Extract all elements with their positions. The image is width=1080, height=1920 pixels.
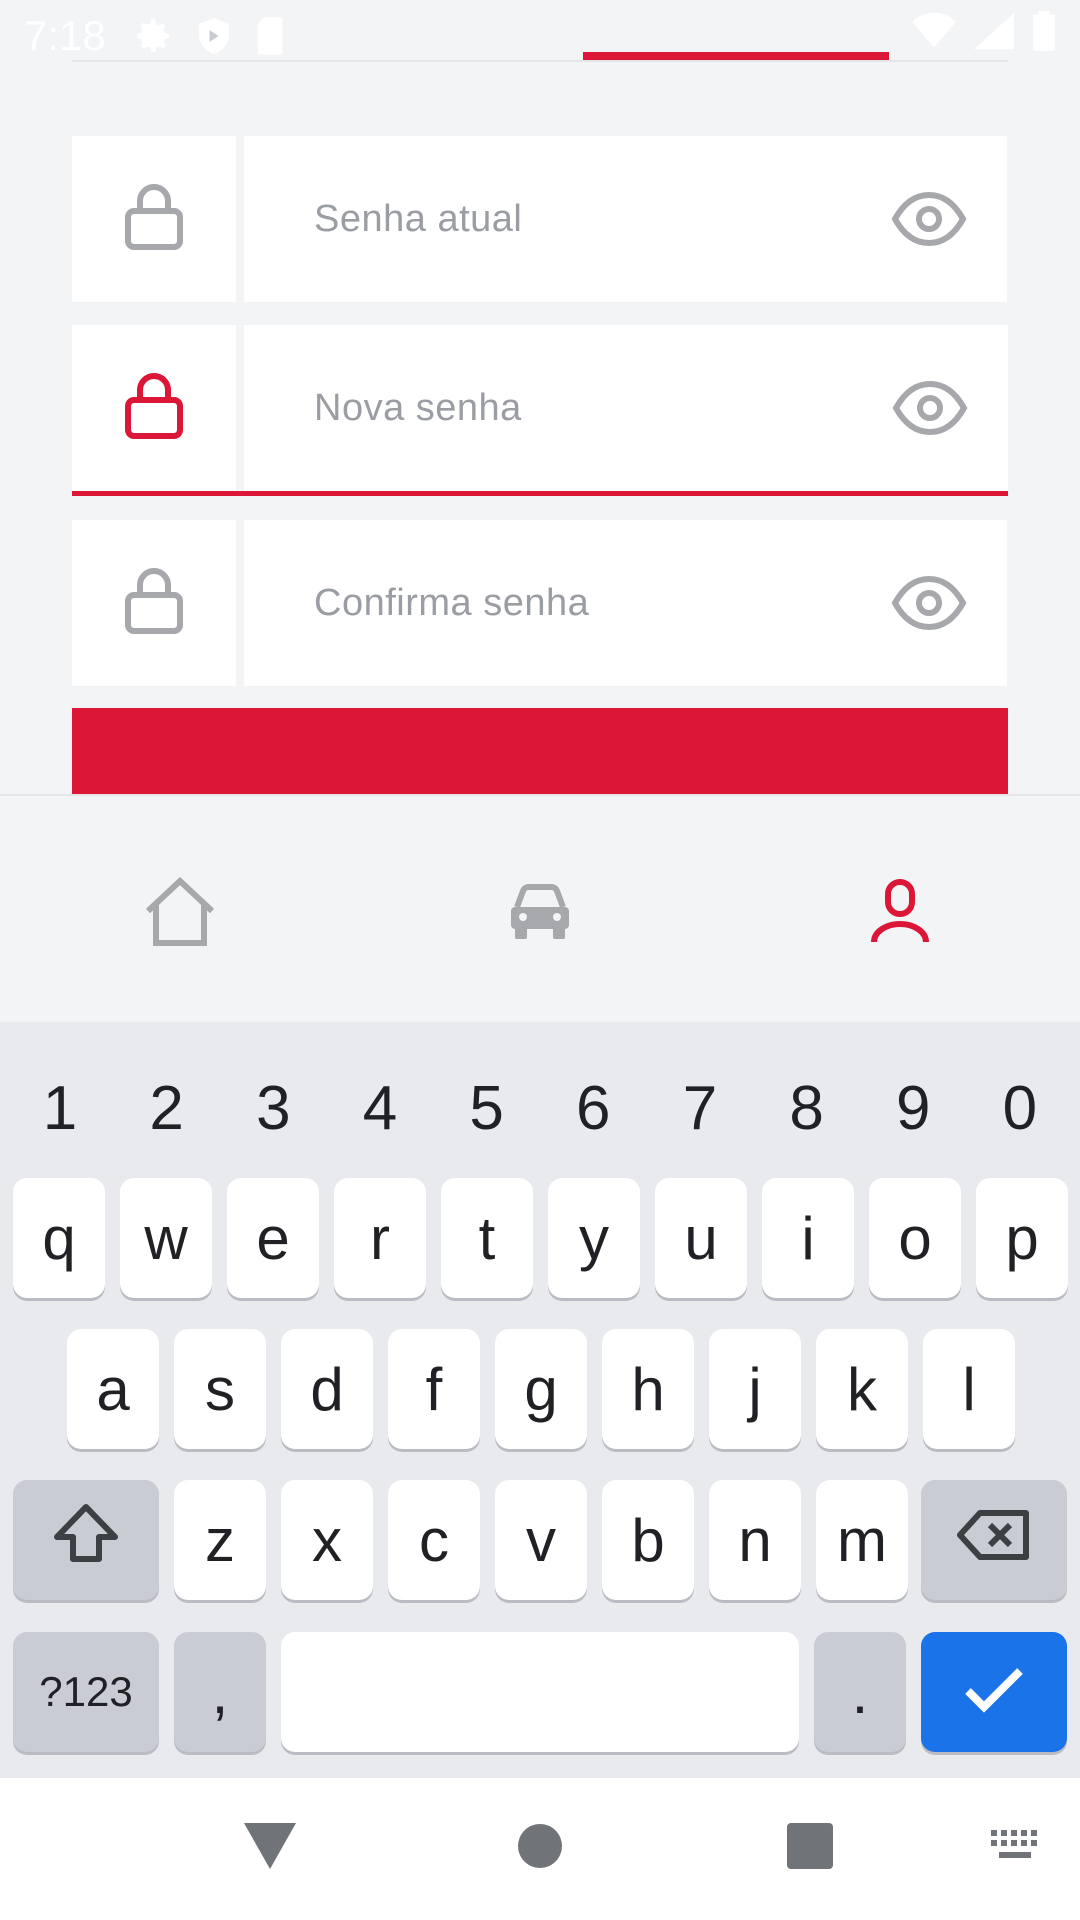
new-password-field [72, 325, 1008, 496]
lock-box [72, 520, 236, 686]
key-1[interactable]: 1 [14, 1048, 106, 1168]
lock-icon [122, 567, 186, 640]
shift-key[interactable] [13, 1480, 159, 1600]
key-row-2: a s d f g h j k l [0, 1329, 1080, 1449]
key-b[interactable]: b [602, 1480, 694, 1600]
key-l[interactable]: l [923, 1329, 1015, 1449]
key-t[interactable]: t [441, 1178, 533, 1298]
check-icon [964, 1658, 1024, 1727]
gear-icon [134, 16, 174, 56]
home-icon [142, 876, 218, 952]
key-i[interactable]: i [762, 1178, 854, 1298]
key-u[interactable]: u [655, 1178, 747, 1298]
confirm-password-field [72, 520, 1007, 686]
enter-key[interactable] [921, 1632, 1067, 1752]
wifi-icon [912, 12, 956, 60]
active-tab-indicator [583, 52, 889, 60]
keyboard-switch-button[interactable] [985, 1823, 1045, 1873]
home-circle-icon [517, 1823, 563, 1874]
key-n[interactable]: n [709, 1480, 801, 1600]
space-key[interactable] [281, 1632, 799, 1752]
current-password-field [72, 136, 1007, 302]
key-r[interactable]: r [334, 1178, 426, 1298]
confirm-password-input[interactable] [314, 581, 891, 625]
key-j[interactable]: j [709, 1329, 801, 1449]
input-box [244, 520, 1007, 686]
key-2[interactable]: 2 [121, 1048, 213, 1168]
profile-icon [870, 878, 930, 951]
eye-icon[interactable] [891, 575, 967, 631]
soft-keyboard: 1 2 3 4 5 6 7 8 9 0 q w e r t y u i o p … [0, 1022, 1080, 1778]
key-d[interactable]: d [281, 1329, 373, 1449]
key-k[interactable]: k [816, 1329, 908, 1449]
key-o[interactable]: o [869, 1178, 961, 1298]
signal-icon [974, 12, 1014, 60]
number-row: 1 2 3 4 5 6 7 8 9 0 [0, 1048, 1080, 1168]
key-c[interactable]: c [388, 1480, 480, 1600]
key-f[interactable]: f [388, 1329, 480, 1449]
new-password-input[interactable] [314, 386, 892, 430]
key-s[interactable]: s [174, 1329, 266, 1449]
home-system-button[interactable] [510, 1818, 570, 1878]
key-row-1: q w e r t y u i o p [0, 1178, 1080, 1298]
key-8[interactable]: 8 [761, 1048, 853, 1168]
key-9[interactable]: 9 [867, 1048, 959, 1168]
key-e[interactable]: e [227, 1178, 319, 1298]
lock-icon [122, 183, 186, 256]
backspace-icon [956, 1506, 1032, 1575]
recents-square-icon [787, 1822, 833, 1874]
shift-icon [51, 1501, 121, 1579]
header-divider [72, 60, 1008, 62]
period-key[interactable]: . [814, 1632, 906, 1752]
key-row-4: ?123 , . [0, 1632, 1080, 1752]
sd-card-icon [254, 16, 286, 56]
key-x[interactable]: x [281, 1480, 373, 1600]
key-7[interactable]: 7 [654, 1048, 746, 1168]
key-a[interactable]: a [67, 1329, 159, 1449]
back-button[interactable] [240, 1818, 300, 1878]
back-triangle-icon [244, 1822, 296, 1874]
keyboard-icon [991, 1829, 1039, 1867]
key-h[interactable]: h [602, 1329, 694, 1449]
recents-button[interactable] [780, 1818, 840, 1878]
input-box [244, 325, 1008, 491]
eye-icon[interactable] [891, 191, 967, 247]
backspace-key[interactable] [921, 1480, 1067, 1600]
input-box [244, 136, 1007, 302]
key-g[interactable]: g [495, 1329, 587, 1449]
key-6[interactable]: 6 [547, 1048, 639, 1168]
nav-item-vehicles[interactable] [440, 854, 640, 974]
key-m[interactable]: m [816, 1480, 908, 1600]
key-3[interactable]: 3 [227, 1048, 319, 1168]
symbols-key[interactable]: ?123 [13, 1632, 159, 1752]
lock-box [72, 136, 236, 302]
shield-icon [196, 16, 232, 56]
comma-key[interactable]: , [174, 1632, 266, 1752]
current-password-input[interactable] [314, 197, 891, 241]
lock-icon [122, 372, 186, 445]
car-icon [507, 883, 573, 946]
nav-item-home[interactable] [80, 854, 280, 974]
bottom-nav [0, 794, 1080, 1022]
key-q[interactable]: q [13, 1178, 105, 1298]
key-p[interactable]: p [976, 1178, 1068, 1298]
key-y[interactable]: y [548, 1178, 640, 1298]
status-time: 7:18 [24, 12, 106, 59]
nav-item-profile[interactable] [800, 854, 1000, 974]
key-4[interactable]: 4 [334, 1048, 426, 1168]
key-0[interactable]: 0 [974, 1048, 1066, 1168]
key-z[interactable]: z [174, 1480, 266, 1600]
key-v[interactable]: v [495, 1480, 587, 1600]
system-nav-bar [0, 1778, 1080, 1920]
battery-icon [1032, 11, 1056, 61]
key-row-3: z x c v b n m [0, 1480, 1080, 1600]
key-5[interactable]: 5 [441, 1048, 533, 1168]
lock-box [72, 325, 236, 491]
eye-icon[interactable] [892, 380, 968, 436]
key-w[interactable]: w [120, 1178, 212, 1298]
